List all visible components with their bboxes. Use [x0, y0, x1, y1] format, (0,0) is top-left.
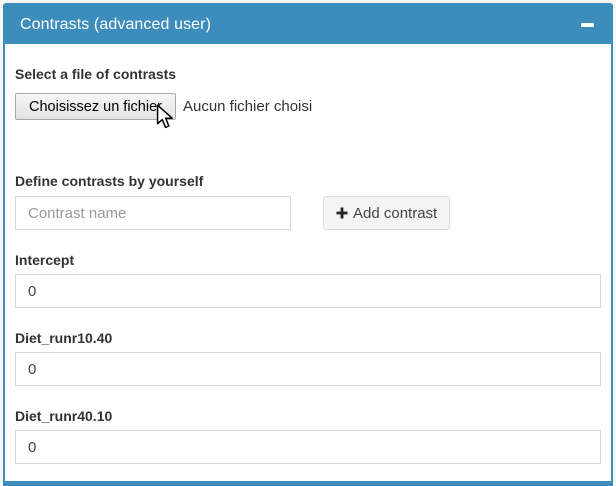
file-status-text: Aucun fichier choisi: [183, 98, 312, 115]
choose-file-button[interactable]: Choisissez un fichier: [15, 93, 176, 120]
contrast-field-label: Diet_runr10.40: [15, 330, 601, 346]
contrast-field-diet-runr40-10: Diet_runr40.10: [15, 408, 601, 464]
minus-icon: [581, 23, 594, 27]
contrast-name-input[interactable]: [15, 196, 291, 230]
contrast-field-intercept: Intercept: [15, 252, 601, 308]
contrast-field-label: Intercept: [15, 252, 601, 268]
contrast-field-label: Diet_runr40.10: [15, 408, 601, 424]
file-input: Choisissez un fichier Aucun fichier choi…: [15, 93, 601, 120]
next-panel-header-edge: [3, 481, 613, 486]
collapse-button[interactable]: [579, 19, 596, 31]
define-contrasts-group: Define contrasts by yourself Add contras…: [15, 173, 601, 230]
contrasts-panel: Contrasts (advanced user) Select a file …: [3, 3, 613, 486]
define-contrasts-label: Define contrasts by yourself: [15, 173, 601, 189]
add-contrast-button[interactable]: Add contrast: [323, 196, 450, 230]
define-contrasts-row: Add contrast: [15, 196, 601, 230]
panel-body: Select a file of contrasts Choisissez un…: [5, 44, 611, 486]
plus-icon: [336, 207, 348, 219]
file-upload-label: Select a file of contrasts: [15, 66, 601, 82]
panel-title: Contrasts (advanced user): [20, 16, 211, 34]
contrast-value-input[interactable]: [15, 274, 601, 308]
app-viewport: Contrasts (advanced user) Select a file …: [0, 0, 616, 486]
panel-header: Contrasts (advanced user): [5, 5, 611, 44]
contrast-value-input[interactable]: [15, 430, 601, 464]
contrast-value-input[interactable]: [15, 352, 601, 386]
add-contrast-label: Add contrast: [353, 205, 437, 222]
contrast-field-diet-runr10-40: Diet_runr10.40: [15, 330, 601, 386]
file-upload-group: Select a file of contrasts Choisissez un…: [15, 66, 601, 120]
